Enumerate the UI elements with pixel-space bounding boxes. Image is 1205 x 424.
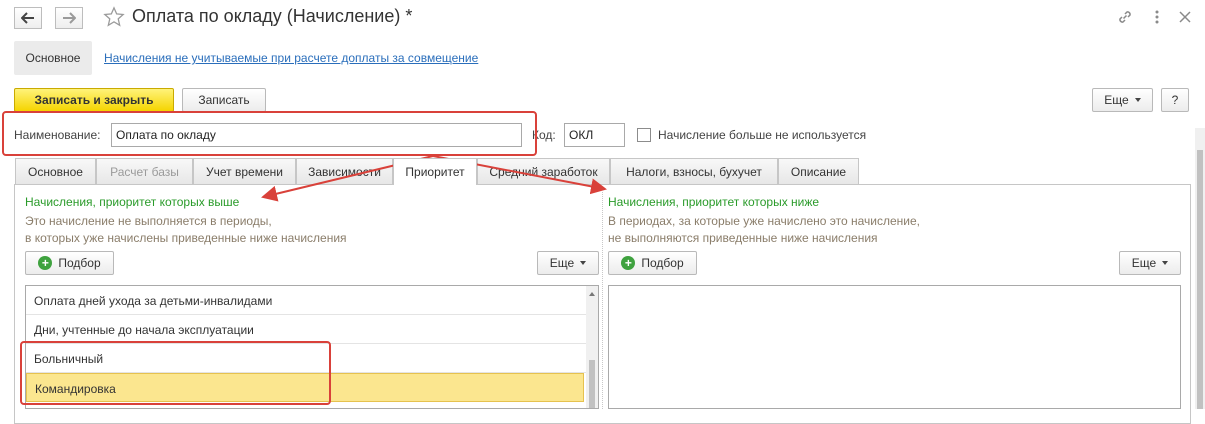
more-button[interactable]: Еще bbox=[1092, 88, 1153, 112]
link-button[interactable] bbox=[1116, 8, 1134, 26]
left-more-button[interactable]: Еще bbox=[537, 251, 599, 275]
left-panel-note-line1: Это начисление не выполняется в периоды, bbox=[25, 214, 272, 228]
more-vertical-icon bbox=[1155, 10, 1159, 24]
section-link-unaccounted[interactable]: Начисления не учитываемые при расчете до… bbox=[104, 51, 478, 65]
right-more-button-label: Еще bbox=[1131, 256, 1157, 270]
right-pick-button-label: Подбор bbox=[641, 256, 684, 270]
close-icon bbox=[1179, 11, 1191, 23]
annotation-highlight-items bbox=[20, 341, 331, 405]
tab-time-accounting[interactable]: Учет времени bbox=[193, 158, 296, 184]
left-list-scrollbar[interactable] bbox=[586, 286, 598, 408]
code-input[interactable]: ОКЛ bbox=[564, 123, 625, 147]
right-pick-button[interactable]: + Подбор bbox=[608, 251, 697, 275]
tab-taxes[interactable]: Налоги, взносы, бухучет bbox=[610, 158, 778, 184]
right-panel-note-line1: В периодах, за которые уже начислено это… bbox=[608, 214, 920, 228]
chevron-down-icon bbox=[1162, 261, 1169, 265]
favorite-button[interactable] bbox=[103, 6, 125, 31]
left-more-button-label: Еще bbox=[549, 256, 575, 270]
back-button[interactable] bbox=[14, 7, 42, 29]
list-item[interactable]: Оплата дней ухода за детьми-инвалидами bbox=[26, 286, 586, 315]
plus-icon: + bbox=[621, 256, 636, 270]
star-icon bbox=[103, 6, 125, 27]
link-icon bbox=[1119, 11, 1131, 23]
unused-checkbox[interactable] bbox=[637, 128, 651, 142]
right-list bbox=[608, 285, 1181, 409]
tab-main[interactable]: Основное bbox=[15, 158, 96, 184]
annotation-highlight-name bbox=[2, 111, 537, 156]
section-tab-main[interactable]: Основное bbox=[14, 41, 92, 75]
right-panel-note-line2: не выполняются приведенные ниже начислен… bbox=[608, 231, 878, 245]
right-panel-heading: Начисления, приоритет которых ниже bbox=[608, 195, 820, 209]
more-vertical-button[interactable] bbox=[1148, 8, 1166, 26]
tab-priority[interactable]: Приоритет bbox=[393, 158, 477, 185]
tab-average-earnings[interactable]: Средний заработок bbox=[477, 158, 610, 184]
tab-dependencies[interactable]: Зависимости bbox=[296, 158, 393, 184]
left-pick-button-label: Подбор bbox=[58, 256, 101, 270]
tab-description[interactable]: Описание bbox=[778, 158, 859, 184]
close-button[interactable] bbox=[1176, 8, 1194, 26]
right-more-button[interactable]: Еще bbox=[1119, 251, 1181, 275]
chevron-down-icon bbox=[580, 261, 587, 265]
list-item[interactable]: Дни, учтенные до начала эксплуатации bbox=[26, 315, 586, 344]
save-and-close-button[interactable]: Записать и закрыть bbox=[14, 88, 174, 112]
left-list-scrollbar-thumb[interactable] bbox=[589, 360, 595, 408]
unused-label: Начисление больше не используется bbox=[658, 128, 867, 142]
arrow-left-icon bbox=[21, 12, 34, 24]
arrow-right-icon bbox=[63, 12, 76, 24]
scroll-up-icon bbox=[589, 292, 595, 296]
page-scrollbar[interactable] bbox=[1195, 128, 1205, 409]
plus-icon: + bbox=[38, 256, 53, 270]
chevron-down-icon bbox=[1134, 98, 1141, 102]
forward-button[interactable] bbox=[55, 7, 83, 29]
tab-base-calc[interactable]: Расчет базы bbox=[96, 158, 193, 184]
left-pick-button[interactable]: + Подбор bbox=[25, 251, 114, 275]
page-title: Оплата по окладу (Начисление) * bbox=[132, 6, 413, 26]
left-panel-heading: Начисления, приоритет которых выше bbox=[25, 195, 240, 209]
page-scrollbar-thumb[interactable] bbox=[1197, 150, 1203, 409]
help-button[interactable]: ? bbox=[1161, 88, 1189, 112]
more-button-label: Еще bbox=[1104, 93, 1129, 107]
save-button[interactable]: Записать bbox=[182, 88, 266, 112]
panel-divider bbox=[602, 192, 603, 409]
left-panel-note-line2: в которых уже начислены приведенные ниже… bbox=[25, 231, 347, 245]
